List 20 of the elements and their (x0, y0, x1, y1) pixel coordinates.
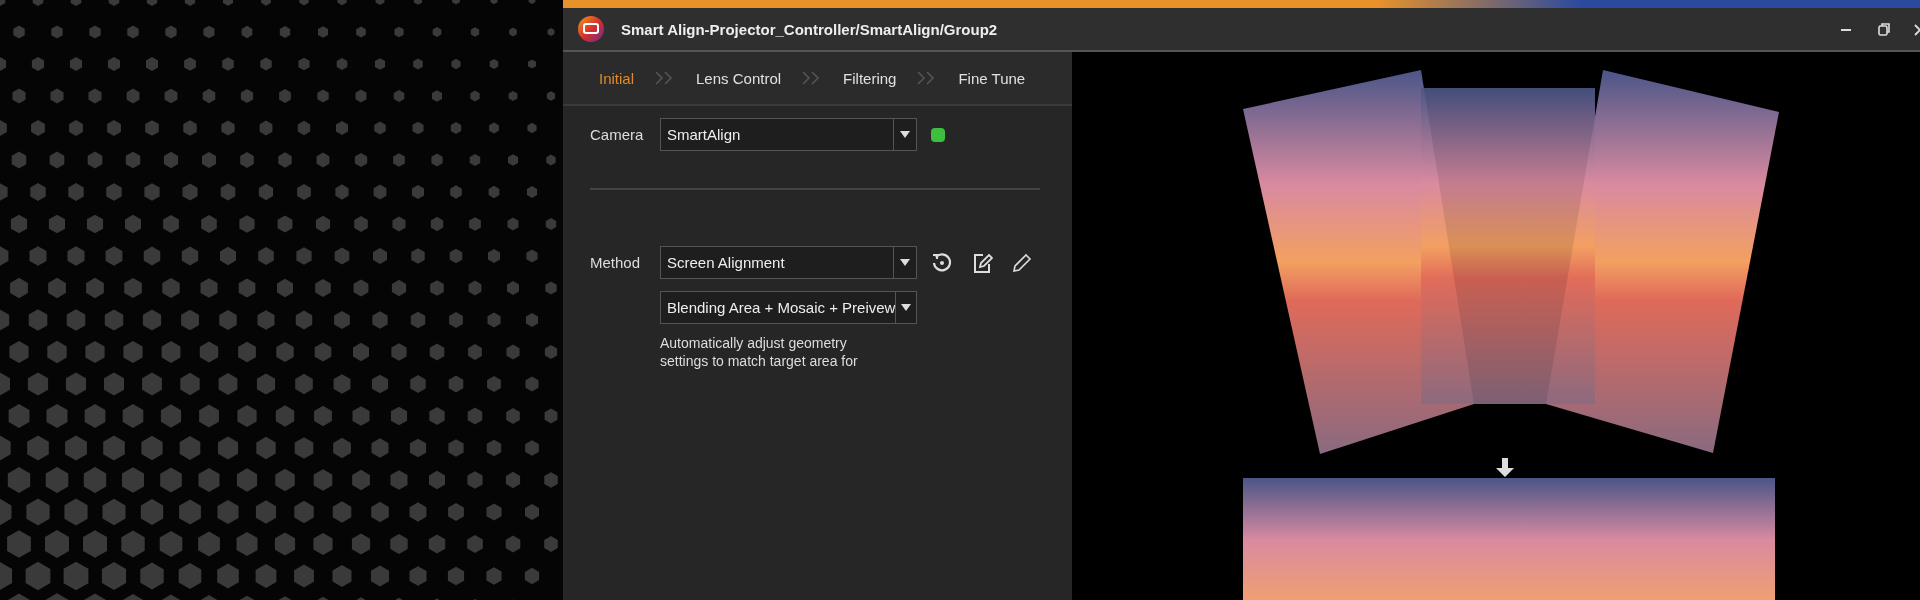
method-label: Method (590, 254, 642, 271)
camera-dropdown[interactable]: SmartAlign (660, 118, 917, 151)
window-title: Smart Align-Projector_Controller/SmartAlign/Group2 (621, 20, 998, 38)
method-description: Automatically adjust geometry settings to match target area for (660, 334, 859, 370)
close-icon[interactable] (1914, 21, 1920, 37)
camera-label: Camera (590, 126, 645, 143)
step-tab[interactable]: Fine Tune (952, 65, 1032, 91)
edit-document-icon[interactable] (971, 251, 993, 274)
caret-icon (900, 258, 910, 267)
reset-icon[interactable] (931, 251, 953, 274)
method-dropdown[interactable]: Screen Alignment (660, 246, 917, 279)
step-tab[interactable]: Filtering (837, 65, 903, 91)
step-tab[interactable]: Lens Control (690, 65, 788, 91)
restore-icon[interactable] (1876, 21, 1892, 37)
mode-dropdown[interactable]: Blending Area + Mosaic + Preivew (660, 291, 917, 324)
step-tab[interactable]: Initial (593, 65, 641, 91)
pencil-icon[interactable] (1011, 251, 1033, 274)
app-logo-icon (577, 15, 605, 43)
caret-icon (901, 303, 912, 312)
caret-icon (900, 130, 910, 139)
